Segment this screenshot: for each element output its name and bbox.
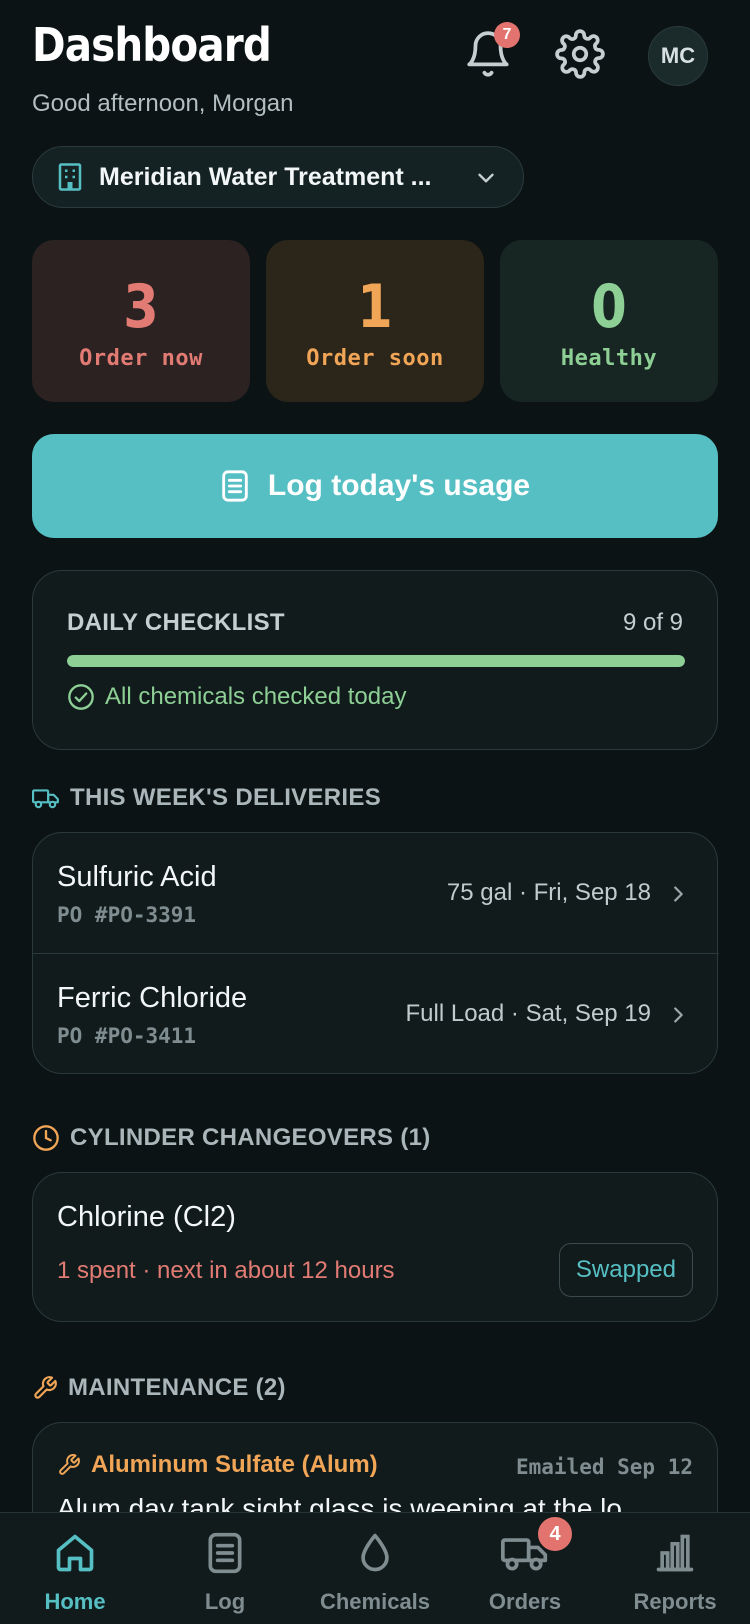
stat-value: 3 xyxy=(123,272,159,342)
avatar[interactable]: MC xyxy=(648,26,708,86)
page-title: Dashboard xyxy=(32,18,272,72)
check-circle-icon xyxy=(68,684,94,710)
greeting: Good afternoon, Morgan xyxy=(32,90,294,117)
wrench-icon xyxy=(59,1454,80,1475)
delivery-po: PO #PO-3391 xyxy=(57,903,197,927)
facility-name: Meridian Water Treatment ... xyxy=(99,162,432,191)
bar-chart-icon xyxy=(656,1534,694,1572)
chevron-right-icon xyxy=(674,1007,683,1023)
checklist-title: DAILY CHECKLIST xyxy=(67,609,285,636)
stat-label: Healthy xyxy=(560,346,658,371)
delivery-meta: 75 gal · Fri, Sep 18 xyxy=(446,879,651,906)
swapped-button[interactable]: Swapped xyxy=(558,1243,693,1297)
stat-order-soon[interactable]: 1 Order soon xyxy=(266,240,484,402)
checklist-status: All chemicals checked today xyxy=(67,683,406,711)
tab-orders[interactable]: 4 Orders xyxy=(450,1513,600,1624)
bottom-tab-bar: Home Log Chemicals 4 Orders Reports xyxy=(0,1512,750,1624)
tab-home[interactable]: Home xyxy=(0,1513,150,1624)
deliveries-heading-text: THIS WEEK'S DELIVERIES xyxy=(70,784,382,811)
delivery-row[interactable]: Sulfuric Acid PO #PO-3391 75 gal · Fri, … xyxy=(33,833,719,953)
stat-label: Order soon xyxy=(306,346,444,371)
log-usage-label: Log today's usage xyxy=(267,469,531,502)
orders-badge: 4 xyxy=(536,1515,574,1553)
stat-order-now[interactable]: 3 Order now xyxy=(32,240,250,402)
droplet-icon xyxy=(361,1533,389,1572)
truck-icon xyxy=(32,789,59,809)
tab-label: Orders xyxy=(488,1589,562,1614)
tab-label: Log xyxy=(204,1589,246,1614)
notifications-button[interactable]: 7 xyxy=(460,22,520,82)
log-usage-button[interactable]: Log today's usage xyxy=(32,434,718,538)
checklist-progress-bar xyxy=(67,655,685,667)
tab-reports[interactable]: Reports xyxy=(600,1513,750,1624)
tab-label: Reports xyxy=(633,1589,717,1614)
delivery-chemical: Ferric Chloride xyxy=(57,982,248,1014)
tab-log[interactable]: Log xyxy=(150,1513,300,1624)
stat-value: 1 xyxy=(357,272,393,342)
daily-checklist-card[interactable]: DAILY CHECKLIST 9 of 9 All chemicals che… xyxy=(32,570,718,750)
document-icon xyxy=(222,470,248,502)
delivery-meta: Full Load · Sat, Sep 19 xyxy=(405,1000,651,1027)
home-icon xyxy=(56,1534,94,1572)
stat-value: 0 xyxy=(591,272,627,342)
maintenance-date: Emailed Sep 12 xyxy=(515,1455,693,1479)
cylinder-card: Chlorine (Cl2) 1 spent · next in about 1… xyxy=(32,1172,718,1322)
gear-icon xyxy=(555,29,605,79)
clock-icon xyxy=(33,1125,59,1151)
wrench-icon xyxy=(34,1376,57,1399)
cylinders-heading: CYLINDER CHANGEOVERS (1) xyxy=(32,1124,431,1152)
cylinder-chemical: Chlorine (Cl2) xyxy=(57,1201,236,1233)
checklist-progress-fill xyxy=(67,655,685,667)
header: Dashboard Good afternoon, Morgan 7 MC xyxy=(32,18,718,128)
cylinders-heading-text: CYLINDER CHANGEOVERS (1) xyxy=(70,1124,431,1151)
cylinder-status: 1 spent · next in about 12 hours xyxy=(57,1257,395,1284)
chevron-down-icon xyxy=(478,173,494,183)
delivery-po: PO #PO-3411 xyxy=(57,1024,197,1048)
stat-label: Order now xyxy=(79,346,203,371)
facility-selector[interactable]: Meridian Water Treatment ... xyxy=(32,146,524,208)
checklist-status-text: All chemicals checked today xyxy=(105,683,407,710)
building-icon xyxy=(58,163,82,191)
settings-button[interactable] xyxy=(552,26,608,82)
deliveries-heading: THIS WEEK'S DELIVERIES xyxy=(32,784,381,812)
maintenance-title: Aluminum Sulfate (Alum) xyxy=(57,1451,378,1479)
maintenance-heading: MAINTENANCE (2) xyxy=(32,1374,286,1402)
maintenance-chemical: Aluminum Sulfate (Alum) xyxy=(91,1451,378,1478)
stat-healthy[interactable]: 0 Healthy xyxy=(500,240,718,402)
tab-label: Chemicals xyxy=(319,1589,431,1614)
deliveries-card: Sulfuric Acid PO #PO-3391 75 gal · Fri, … xyxy=(32,832,719,1074)
chevron-right-icon xyxy=(674,886,683,902)
maintenance-heading-text: MAINTENANCE (2) xyxy=(68,1374,286,1401)
delivery-row[interactable]: Ferric Chloride PO #PO-3411 Full Load · … xyxy=(33,953,719,1073)
tab-chemicals[interactable]: Chemicals xyxy=(300,1513,450,1624)
notification-badge: 7 xyxy=(494,22,520,48)
tab-label: Home xyxy=(44,1589,106,1614)
log-icon xyxy=(208,1532,242,1574)
checklist-count: 9 of 9 xyxy=(622,609,683,636)
delivery-chemical: Sulfuric Acid xyxy=(57,861,217,893)
